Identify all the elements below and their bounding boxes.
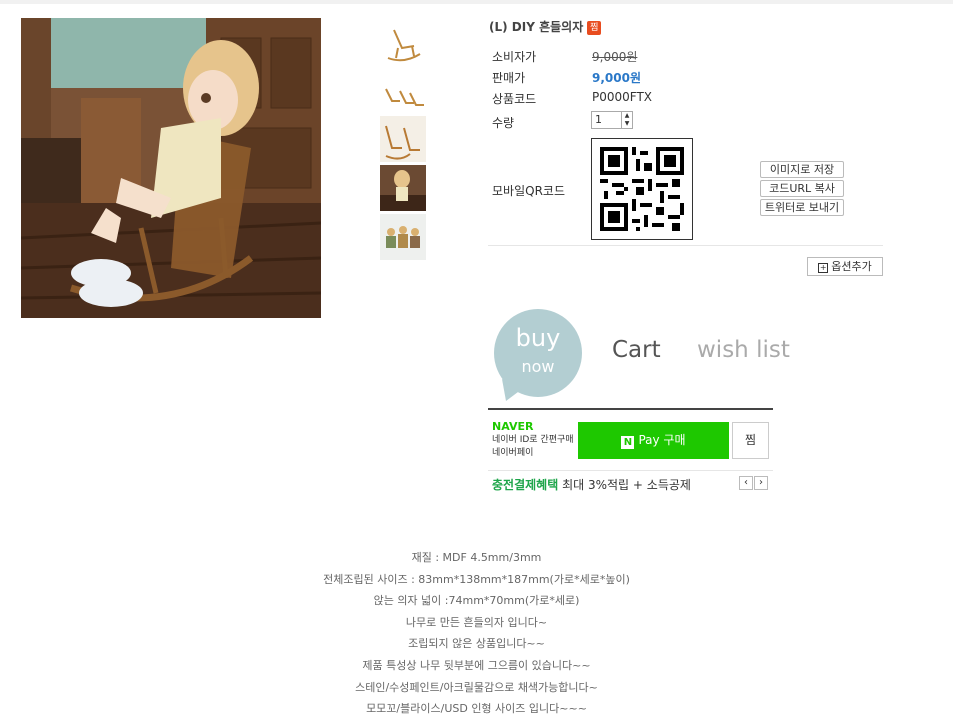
product-title-text: (L) DIY 흔들의자 [489,20,584,34]
add-option-button[interactable]: + 옵션추가 [807,257,883,276]
npay-benefit-strong: 충전결제혜택 [492,478,559,492]
quantity-buttons: ▲ ▼ [621,112,632,128]
main-product-image[interactable] [21,18,321,318]
plus-box-icon: + [818,263,829,273]
wishlist-button[interactable]: wish list [697,337,790,363]
npay-next-icon[interactable]: › [754,476,768,490]
top-border [0,0,953,4]
thumbnail-4[interactable] [380,165,426,211]
npay-top-border [488,408,773,410]
info-divider [488,245,883,246]
npay-sub1: 네이버 ID로 간편구매 [492,435,574,445]
buy-now-bottom: now [521,357,555,376]
consumer-price-value: 9,000원 [592,50,638,64]
npay-benefit-text: 최대 3%적립 + 소득공제 [562,478,691,492]
product-title: (L) DIY 흔들의자 찜 [489,18,602,35]
npay-sub2: 네이버페이 [492,448,534,458]
product-code-value: P0000FTX [592,90,653,104]
sale-price-value: 9,000원 [592,71,641,85]
quantity-down-icon[interactable]: ▼ [622,120,632,128]
cart-button[interactable]: Cart [612,337,661,363]
thumbnail-1[interactable] [380,18,426,64]
zzim-badge-icon[interactable]: 찜 [587,21,602,35]
description-line-5: 조립되지 않은 상품입니다~~ [408,637,545,650]
qr-code-image [591,138,693,240]
buy-now-top: buy [515,324,561,352]
thumbnail-5[interactable] [380,214,426,260]
product-code-label: 상품코드 [492,92,537,106]
add-option-label: 옵션추가 [831,260,872,273]
description-line-4: 나무로 만든 흔들의자 입니다~ [405,616,548,629]
npay-buy-button[interactable]: N Pay 구매 [578,422,729,459]
consumer-price-label: 소비자가 [492,50,537,64]
save-as-image-button[interactable]: 이미지로 저장 [760,161,844,178]
description-line-7: 스테인/수성페인트/아크릴물감으로 채색가능합니다~ [355,681,598,694]
description-line-8: 모모꼬/블라이스/USD 인형 사이즈 입니다~~~ [366,702,587,715]
description-line-6: 제품 특성상 나무 뒷부분에 그으름이 있습니다~~ [362,659,591,672]
thumbnail-3[interactable] [380,116,426,162]
npay-n-icon: N [621,436,635,449]
quantity-value[interactable]: 1 [595,113,602,126]
npay-benefit: 충전결제혜택 최대 3%적립 + 소득공제 [492,476,691,493]
npay-subtitle: 네이버 ID로 간편구매 네이버페이 [492,434,574,460]
npay-prev-icon[interactable]: ‹ [739,476,753,490]
description-line-2: 전체조립된 사이즈 : 83mm*138mm*187mm(가로*세로*높이) [323,573,630,586]
quantity-label: 수량 [492,116,515,130]
mobile-qr-label: 모바일QR코드 [492,184,565,198]
thumbnail-2[interactable] [380,67,426,113]
naver-logo: NAVER [492,420,534,433]
description-line-3: 앉는 의자 넓이 :74mm*70mm(가로*세로) [373,594,580,607]
npay-zzim-button[interactable]: 찜 [732,422,769,459]
buy-now-button[interactable]: buy now [494,309,582,401]
npay-buy-label: Pay 구매 [638,433,686,447]
sale-price-label: 판매가 [492,71,526,85]
copy-url-button[interactable]: 코드URL 복사 [760,180,844,197]
quantity-up-icon[interactable]: ▲ [622,112,632,120]
send-twitter-button[interactable]: 트위터로 보내기 [760,199,844,216]
description-line-1: 재질 : MDF 4.5mm/3mm [411,551,542,564]
quantity-stepper[interactable]: 1 ▲ ▼ [591,111,633,129]
npay-divider [488,470,773,471]
